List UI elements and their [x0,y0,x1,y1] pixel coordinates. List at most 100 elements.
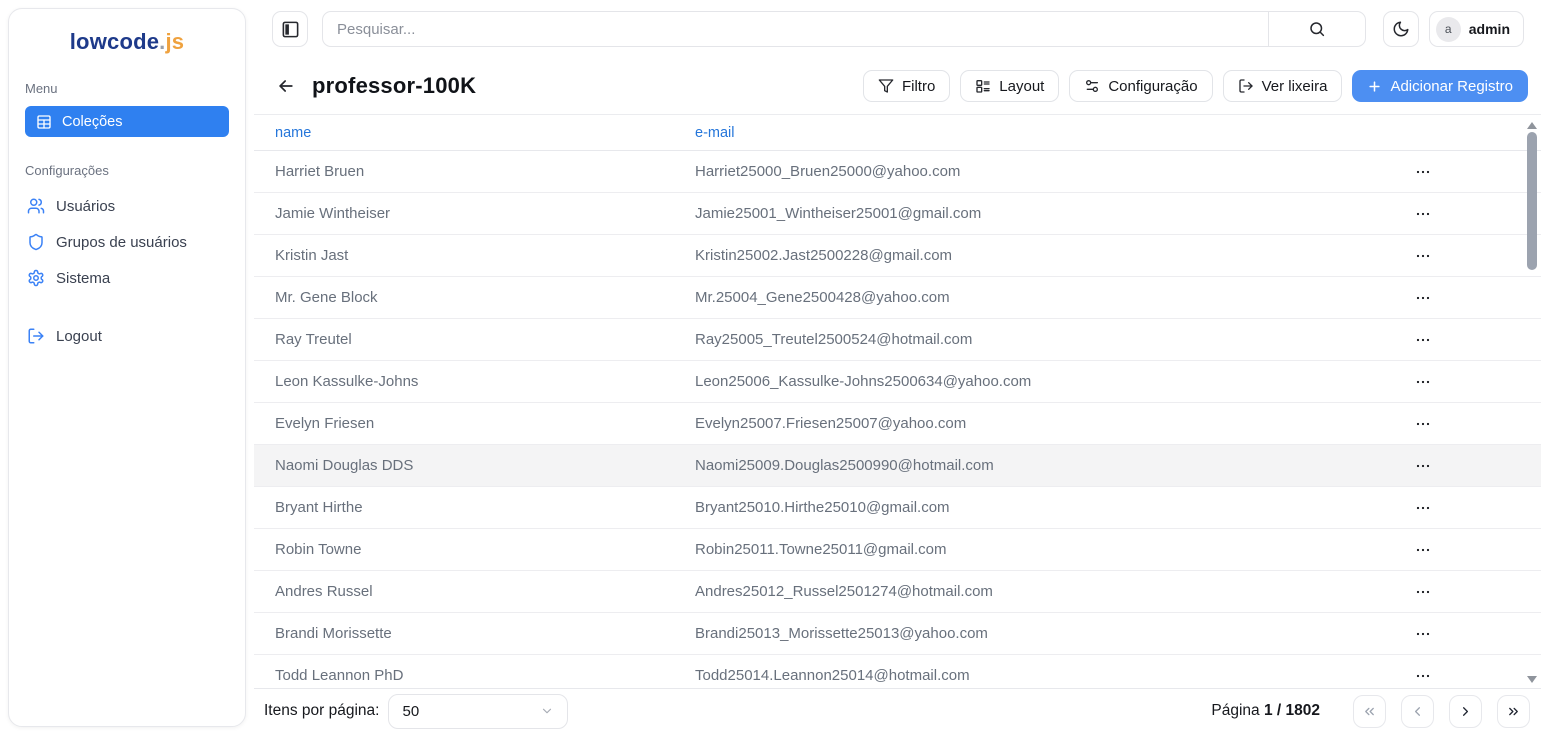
scroll-up-arrow[interactable] [1527,122,1537,129]
column-header-name[interactable]: name [275,125,695,141]
view-trash-button[interactable]: Ver lixeira [1223,70,1343,102]
row-actions-button[interactable] [1409,244,1437,268]
avatar: a [1436,17,1461,42]
search-input[interactable] [322,11,1269,47]
row-actions-button[interactable] [1409,202,1437,226]
cell-email: Naomi25009.Douglas2500990@hotmail.com [695,457,1323,474]
funnel-icon [878,78,894,94]
search-button[interactable] [1268,11,1366,47]
row-actions-button[interactable] [1409,412,1437,436]
page-indicator: Página 1 / 1802 [1211,702,1320,720]
table-row[interactable]: Harriet Bruen Harriet25000_Bruen25000@ya… [254,151,1541,193]
sidebar-item-users[interactable]: Usuários [25,188,229,224]
first-page-button[interactable] [1353,695,1386,728]
row-actions-button[interactable] [1409,664,1437,688]
cell-email: Bryant25010.Hirthe25010@gmail.com [695,499,1323,516]
cell-name: Todd Leannon PhD [275,667,695,684]
last-page-button[interactable] [1497,695,1530,728]
sidebar-item-label: Logout [56,328,102,345]
cell-name: Mr. Gene Block [275,289,695,306]
row-actions-button[interactable] [1409,538,1437,562]
row-actions-button[interactable] [1409,160,1437,184]
exit-arrow-icon [1238,78,1254,94]
sidebar-toggle-button[interactable] [272,11,308,47]
row-actions-button[interactable] [1409,286,1437,310]
table-row[interactable]: Kristin Jast Kristin25002.Jast2500228@gm… [254,235,1541,277]
row-actions-button[interactable] [1409,454,1437,478]
sidebar-item-label: Usuários [56,198,115,215]
ellipsis-icon [1415,374,1431,390]
table-row[interactable]: Naomi Douglas DDS Naomi25009.Douglas2500… [254,445,1541,487]
theme-toggle-button[interactable] [1383,11,1419,47]
user-menu-button[interactable]: a admin [1429,11,1524,47]
table-row[interactable]: Jamie Wintheiser Jamie25001_Wintheiser25… [254,193,1541,235]
search-group [322,11,1366,47]
cell-name: Harriet Bruen [275,163,695,180]
back-button[interactable] [272,72,300,100]
filter-button[interactable]: Filtro [863,70,950,102]
table-row[interactable]: Mr. Gene Block Mr.25004_Gene2500428@yaho… [254,277,1541,319]
cell-name: Leon Kassulke-Johns [275,373,695,390]
arrow-left-icon [276,76,296,96]
table-body: Harriet Bruen Harriet25000_Bruen25000@ya… [254,151,1541,688]
ellipsis-icon [1415,332,1431,348]
row-actions-button[interactable] [1409,496,1437,520]
table-row[interactable]: Brandi Morissette Brandi25013_Morissette… [254,613,1541,655]
shield-icon [27,233,45,251]
items-per-page-select[interactable]: 50 [388,694,568,729]
gear-icon [27,269,45,287]
row-actions-button[interactable] [1409,328,1437,352]
table-row[interactable]: Todd Leannon PhD Todd25014.Leannon25014@… [254,655,1541,688]
sidebar-item-system[interactable]: Sistema [25,260,229,296]
row-actions-button[interactable] [1409,580,1437,604]
ellipsis-icon [1415,290,1431,306]
row-actions-button[interactable] [1409,622,1437,646]
table-row[interactable]: Leon Kassulke-Johns Leon25006_Kassulke-J… [254,361,1541,403]
ellipsis-icon [1415,248,1431,264]
cell-email: Mr.25004_Gene2500428@yahoo.com [695,289,1323,306]
cell-name: Naomi Douglas DDS [275,457,695,474]
table-row[interactable]: Evelyn Friesen Evelyn25007.Friesen25007@… [254,403,1541,445]
table-row[interactable]: Robin Towne Robin25011.Towne25011@gmail.… [254,529,1541,571]
prev-page-button[interactable] [1401,695,1434,728]
table-row[interactable]: Ray Treutel Ray25005_Treutel2500524@hotm… [254,319,1541,361]
scrollbar-thumb[interactable] [1527,132,1537,270]
table-grid-icon [36,114,52,130]
table-row[interactable]: Andres Russel Andres25012_Russel2501274@… [254,571,1541,613]
layout-button[interactable]: Layout [960,70,1059,102]
moon-icon [1392,20,1410,38]
sidebar-item-label: Grupos de usuários [56,234,187,251]
app-logo: lowcode.js [25,29,229,55]
configuration-button[interactable]: Configuração [1069,70,1212,102]
cell-email: Harriet25000_Bruen25000@yahoo.com [695,163,1323,180]
ellipsis-icon [1415,416,1431,432]
chevron-left-icon [1410,704,1425,719]
cell-email: Todd25014.Leannon25014@hotmail.com [695,667,1323,684]
ellipsis-icon [1415,668,1431,684]
user-name: admin [1469,21,1510,37]
table-row[interactable]: Bryant Hirthe Bryant25010.Hirthe25010@gm… [254,487,1541,529]
next-page-button[interactable] [1449,695,1482,728]
sidebar-item-logout[interactable]: Logout [25,318,229,354]
sidebar-item-user-groups[interactable]: Grupos de usuários [25,224,229,260]
ellipsis-icon [1415,206,1431,222]
cell-email: Leon25006_Kassulke-Johns2500634@yahoo.co… [695,373,1323,390]
cell-email: Jamie25001_Wintheiser25001@gmail.com [695,205,1323,222]
add-record-button[interactable]: Adicionar Registro [1352,70,1528,102]
items-per-page-label: Itens por página: [264,702,379,720]
cell-email: Robin25011.Towne25011@gmail.com [695,541,1323,558]
search-icon [1308,20,1326,38]
column-header-email[interactable]: e-mail [695,125,1421,141]
sidebar-item-label: Coleções [62,114,122,130]
logout-icon [27,327,45,345]
chevrons-left-icon [1362,704,1377,719]
sidebar-item-collections[interactable]: Coleções [25,106,229,137]
menu-section-label: Menu [25,81,229,96]
row-actions-button[interactable] [1409,370,1437,394]
chevrons-right-icon [1506,704,1521,719]
cell-name: Brandi Morissette [275,625,695,642]
layout-list-icon [975,78,991,94]
scroll-down-arrow[interactable] [1527,676,1537,683]
ellipsis-icon [1415,584,1431,600]
toolbar: Filtro Layout Configuração [863,70,1528,102]
